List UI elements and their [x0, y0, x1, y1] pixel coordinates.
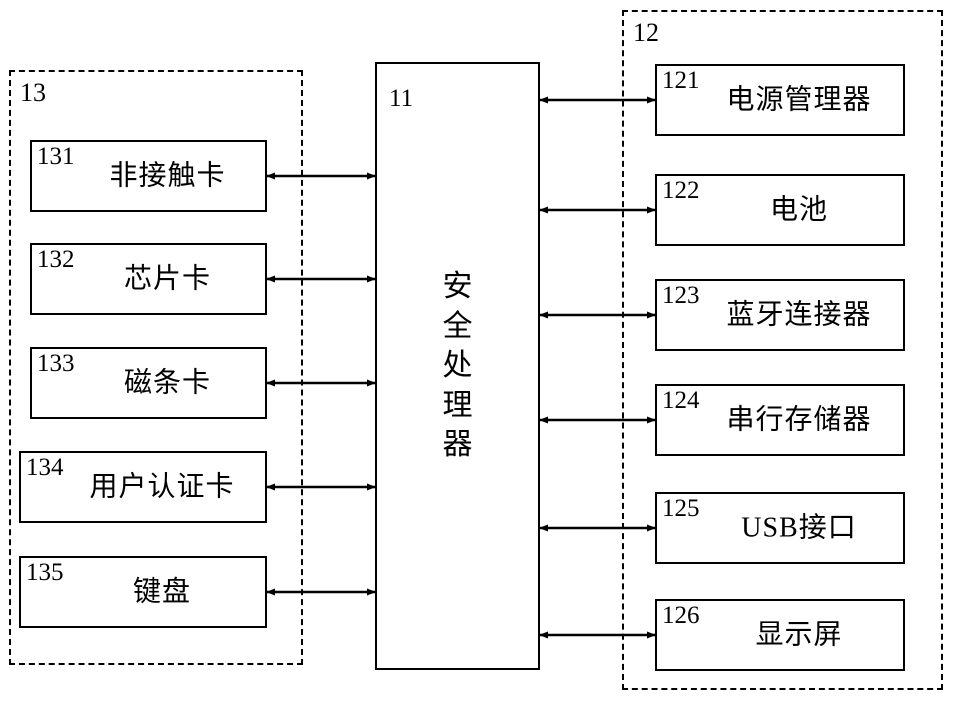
vchar-3: 处	[442, 349, 473, 383]
group-ref-12: 12	[633, 18, 659, 47]
block-121-power-manager[interactable]: 121 电源管理器	[655, 64, 905, 136]
block-label-123: 蓝牙连接器	[726, 299, 872, 331]
block-122-battery[interactable]: 122 电池	[655, 174, 905, 246]
vchar-2: 全	[442, 309, 473, 343]
vchar-1: 安	[442, 270, 473, 304]
block-131-contactless-card[interactable]: 131 非接触卡	[30, 140, 267, 212]
block-126-display-screen[interactable]: 126 显示屏	[655, 599, 905, 671]
block-label-124: 串行存储器	[726, 404, 872, 436]
block-label-122: 电池	[769, 194, 828, 226]
block-label-125: USB接口	[741, 512, 857, 544]
block-ref-11: 11	[389, 85, 414, 112]
patent-block-diagram: 13 12 131 非接触卡 132 芯片卡 133 磁条卡 134 用户认证卡…	[0, 0, 955, 703]
block-123-bluetooth-connector[interactable]: 123 蓝牙连接器	[655, 279, 905, 351]
block-11-security-processor[interactable]: 11 安 全 处 理 器	[375, 62, 540, 670]
block-label-133: 磁条卡	[123, 367, 211, 399]
block-132-chip-card[interactable]: 132 芯片卡	[30, 243, 267, 315]
block-label-131: 非接触卡	[109, 160, 226, 192]
block-label-135: 键盘	[132, 576, 191, 608]
block-133-magnetic-stripe-card[interactable]: 133 磁条卡	[30, 347, 267, 419]
block-label-134: 用户认证卡	[89, 471, 235, 503]
block-124-serial-memory[interactable]: 124 串行存储器	[655, 384, 905, 456]
block-134-user-authentication-card[interactable]: 134 用户认证卡	[19, 451, 267, 523]
vchar-5: 器	[442, 428, 473, 462]
vchar-4: 理	[442, 388, 473, 422]
block-125-usb-interface[interactable]: 125 USB接口	[655, 492, 905, 564]
block-135-keypad[interactable]: 135 键盘	[19, 556, 267, 628]
block-label-126: 显示屏	[755, 619, 843, 651]
block-label-132: 芯片卡	[123, 263, 211, 295]
group-ref-13: 13	[20, 78, 46, 107]
block-label-121: 电源管理器	[726, 84, 872, 116]
block-label-11: 安 全 处 理 器	[377, 267, 538, 465]
